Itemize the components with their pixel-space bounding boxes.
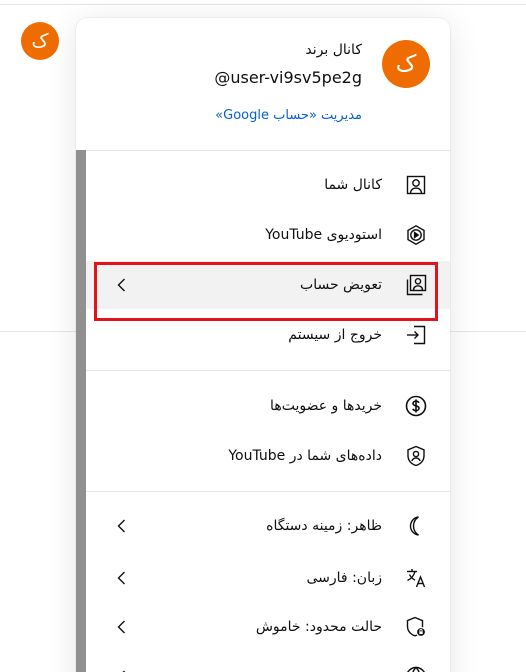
- menu-item-sign-out[interactable]: خروج از سیستم: [86, 311, 450, 359]
- menu-scrollbar[interactable]: [76, 150, 86, 672]
- menu-item-label: داده‌های شما در YouTube: [228, 448, 382, 464]
- menu-item-your-data[interactable]: داده‌های شما در YouTube: [86, 432, 450, 480]
- menu-item-your-channel[interactable]: کانال شما: [86, 161, 450, 209]
- menu-item-label: خروج از سیستم: [288, 327, 382, 343]
- menu-item-switch-account[interactable]: تعویض حساب: [86, 261, 450, 309]
- manage-google-account-link[interactable]: مدیریت «حساب Google»: [215, 108, 362, 123]
- dollar-circle-icon: [404, 394, 428, 418]
- menu-item-label: استودیوی YouTube: [265, 227, 382, 243]
- globe-icon: [404, 665, 428, 672]
- studio-play-icon: [404, 223, 428, 247]
- menu-divider: [86, 491, 450, 492]
- chevron-left-icon: [112, 617, 132, 637]
- menu-item-label: حالت محدود: خاموش: [255, 619, 382, 635]
- menu-item-location[interactable]: [86, 653, 450, 672]
- menu-item-purchases[interactable]: خریدها و عضویت‌ها: [86, 382, 450, 430]
- chevron-left-icon: [112, 568, 132, 588]
- chevron-left-icon: [112, 275, 132, 295]
- menu-item-youtube-studio[interactable]: استودیوی YouTube: [86, 211, 450, 259]
- menu-item-restricted-mode[interactable]: حالت محدود: خاموش: [86, 603, 450, 651]
- account-menu: ک کانال برند @user-vi9sv5pe2g مدیریت «حس…: [76, 18, 450, 672]
- menu-item-label: زبان: فارسی: [306, 570, 383, 586]
- menu-divider: [86, 370, 450, 371]
- channel-name: کانال برند: [305, 42, 362, 58]
- person-box-icon: [404, 173, 428, 197]
- moon-icon: [404, 514, 428, 538]
- chevron-left-icon: [112, 516, 132, 536]
- restricted-shield-icon: [404, 615, 428, 639]
- menu-item-label: کانال شما: [324, 177, 382, 193]
- account-avatar-button[interactable]: ک: [21, 22, 59, 60]
- account-header: ک کانال برند @user-vi9sv5pe2g مدیریت «حس…: [76, 18, 450, 150]
- menu-item-label: ظاهر: زمینه دستگاه: [266, 518, 382, 534]
- shield-person-icon: [404, 444, 428, 468]
- page-top-divider: [0, 4, 526, 5]
- sign-out-icon: [404, 323, 428, 347]
- channel-handle: @user-vi9sv5pe2g: [214, 68, 362, 87]
- menu-item-label: تعویض حساب: [300, 277, 382, 293]
- translate-icon: [404, 566, 428, 590]
- menu-item-label: خریدها و عضویت‌ها: [270, 398, 382, 414]
- menu-divider: [86, 150, 450, 151]
- chevron-left-icon: [112, 667, 132, 672]
- menu-item-language[interactable]: زبان: فارسی: [86, 554, 450, 602]
- avatar: ک: [382, 40, 430, 88]
- switch-account-icon: [404, 273, 428, 297]
- menu-item-appearance[interactable]: ظاهر: زمینه دستگاه: [86, 502, 450, 550]
